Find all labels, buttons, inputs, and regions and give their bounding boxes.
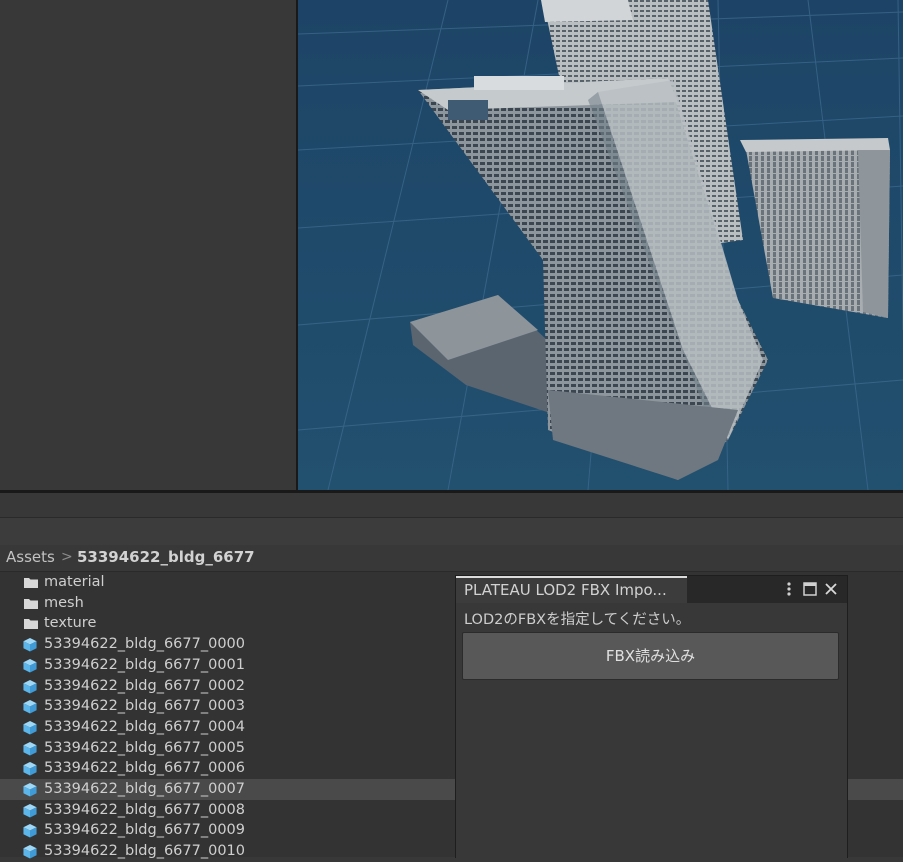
mesh-icon	[23, 638, 37, 652]
mesh-icon	[23, 782, 37, 797]
list-item-label: 53394622_bldg_6677_0010	[44, 843, 245, 860]
list-item-label: 53394622_bldg_6677_0008	[44, 801, 245, 818]
list-item-label: 53394622_bldg_6677_0004	[44, 718, 245, 735]
list-item-label: 53394622_bldg_6677_0000	[44, 636, 245, 653]
plateau-importer-window: PLATEAU LOD2 FBX Impo... LOD2のFBXを指定してくだ…	[455, 575, 848, 858]
hierarchy-panel	[0, 0, 296, 490]
mesh-icon	[23, 803, 37, 818]
list-item-label: 53394622_bldg_6677_0006	[44, 760, 245, 777]
mesh-icon	[23, 741, 37, 756]
project-toolbar	[0, 517, 903, 546]
mesh-icon	[23, 762, 37, 776]
list-item-label: texture	[44, 615, 97, 632]
mesh-icon	[23, 658, 37, 673]
fbx-import-button[interactable]: FBX読み込み	[462, 632, 839, 680]
list-item-label: 53394622_bldg_6677_0005	[44, 739, 245, 756]
mesh-icon	[23, 679, 37, 694]
list-item-label: mesh	[44, 594, 84, 611]
panel-header-bar	[0, 493, 903, 517]
scene-view[interactable]	[298, 0, 903, 490]
breadcrumb: Assets > 53394622_bldg_6677	[0, 545, 903, 572]
maximize-icon[interactable]	[802, 581, 818, 597]
list-item-label: material	[44, 574, 105, 590]
list-item-label: 53394622_bldg_6677_0001	[44, 656, 245, 673]
breadcrumb-root[interactable]: Assets	[6, 545, 55, 570]
more-vert-icon[interactable]	[781, 581, 797, 597]
breadcrumb-current[interactable]: 53394622_bldg_6677	[77, 545, 255, 570]
mesh-icon	[23, 700, 37, 714]
instruction-message: LOD2のFBXを指定してください。	[464, 612, 691, 628]
close-icon[interactable]	[823, 581, 839, 597]
list-item-label: 53394622_bldg_6677_0002	[44, 677, 245, 694]
window-tab-bar: PLATEAU LOD2 FBX Impo...	[456, 576, 847, 603]
mesh-icon	[23, 824, 37, 838]
scene-viewport[interactable]	[298, 0, 903, 490]
breadcrumb-separator: >	[61, 549, 73, 565]
folder-icon	[24, 578, 38, 588]
mesh-icon	[23, 720, 37, 735]
folder-icon	[24, 598, 38, 609]
window-tab[interactable]: PLATEAU LOD2 FBX Impo...	[456, 576, 687, 603]
folder-icon	[24, 619, 38, 630]
list-item-label: 53394622_bldg_6677_0009	[44, 822, 245, 839]
list-item-label: 53394622_bldg_6677_0007	[44, 781, 245, 797]
list-item-label: 53394622_bldg_6677_0003	[44, 698, 245, 715]
